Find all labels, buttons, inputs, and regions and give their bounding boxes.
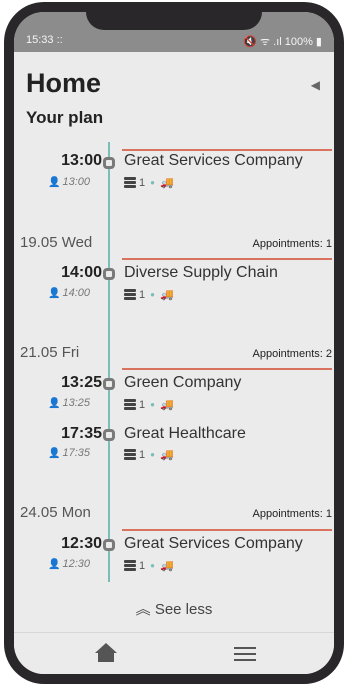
dot-separator: ● <box>150 178 155 187</box>
bottom-navigation <box>14 632 334 674</box>
dot-separator: ● <box>150 290 155 299</box>
appointment-time: 13:25 <box>61 374 102 391</box>
appointment-meta: 1 ● 🚚 <box>124 398 174 411</box>
appointments-count: Appointments: 1 <box>252 238 333 250</box>
date-label: 19.05 Wed <box>20 234 93 251</box>
camera-notch <box>86 12 262 30</box>
day-separator <box>122 368 332 370</box>
item-count: 1 <box>139 398 146 411</box>
item-count: 1 <box>139 176 146 189</box>
stack-icon <box>124 289 136 300</box>
page-title: Home <box>26 68 102 98</box>
stack-icon <box>124 560 136 571</box>
stack-icon <box>124 399 136 410</box>
date-label: 24.05 Mon <box>20 504 91 521</box>
appointment-time: 17:35 <box>61 425 102 442</box>
timeline-node <box>103 378 115 390</box>
timeline-line <box>108 142 110 582</box>
appointment-meta: 1 ● 🚚 <box>124 176 174 189</box>
dot-separator: ● <box>150 450 155 459</box>
status-time: 15:33 :: <box>26 34 63 46</box>
menu-icon[interactable] <box>234 647 256 663</box>
plan-subtitle: Your plan <box>26 108 104 127</box>
phone-frame: 15:33 :: 🔇 ᯤ .ıl 100% ▮ Home ◀ Your plan… <box>4 2 344 684</box>
dot-separator: ● <box>150 561 155 570</box>
app-screen: 15:33 :: 🔇 ᯤ .ıl 100% ▮ Home ◀ Your plan… <box>14 12 334 674</box>
appointment-meta: 1 ● 🚚 <box>124 448 174 461</box>
timeline-node <box>103 268 115 280</box>
item-count: 1 <box>139 448 146 461</box>
dot-separator: ● <box>150 400 155 409</box>
truck-icon: 🚚 <box>159 560 174 572</box>
appointment-time: 13:00 <box>61 152 102 169</box>
day-separator <box>122 149 332 151</box>
planned-time: 👤 12:30 <box>48 558 90 570</box>
timeline-node <box>103 157 115 169</box>
navigation-arrow-icon[interactable]: ◀ <box>311 78 320 92</box>
appointment-company[interactable]: Diverse Supply Chain <box>124 264 278 282</box>
appointment-meta: 1 ● 🚚 <box>124 559 174 572</box>
appointment-time: 14:00 <box>61 264 102 281</box>
appointment-company[interactable]: Great Services Company <box>124 535 303 553</box>
truck-icon: 🚚 <box>159 177 174 189</box>
appointment-company[interactable]: Great Healthcare <box>124 425 246 443</box>
appointment-time: 12:30 <box>61 535 102 552</box>
timeline-node <box>103 539 115 551</box>
person-icon: 👤 <box>48 448 61 459</box>
truck-icon: 🚚 <box>159 449 174 461</box>
status-indicators: 🔇 ᯤ .ıl 100% ▮ <box>243 36 322 48</box>
truck-icon: 🚚 <box>159 289 174 301</box>
stack-icon <box>124 177 136 188</box>
date-label: 21.05 Fri <box>20 344 80 361</box>
planned-time: 👤 17:35 <box>48 447 90 459</box>
day-separator <box>122 258 332 260</box>
person-icon: 👤 <box>48 398 61 409</box>
person-icon: 👤 <box>48 177 61 188</box>
planned-time: 👤 13:00 <box>48 176 90 188</box>
appointments-count: Appointments: 1 <box>252 508 333 520</box>
appointment-company[interactable]: Great Services Company <box>124 152 303 170</box>
double-chevron-up-icon: ︽ <box>135 601 151 618</box>
appointments-count: Appointments: 2 <box>252 348 333 360</box>
planned-time: 👤 13:25 <box>48 397 90 409</box>
day-separator <box>122 529 332 531</box>
stack-icon <box>124 449 136 460</box>
timeline-node <box>103 429 115 441</box>
see-less-button[interactable]: ︽ See less <box>14 598 334 619</box>
person-icon: 👤 <box>48 559 61 570</box>
person-icon: 👤 <box>48 288 61 299</box>
appointment-meta: 1 ● 🚚 <box>124 288 174 301</box>
item-count: 1 <box>139 288 146 301</box>
planned-time: 👤 14:00 <box>48 287 90 299</box>
appointment-company[interactable]: Green Company <box>124 374 241 392</box>
home-icon[interactable] <box>94 643 118 665</box>
truck-icon: 🚚 <box>159 399 174 411</box>
item-count: 1 <box>139 559 146 572</box>
